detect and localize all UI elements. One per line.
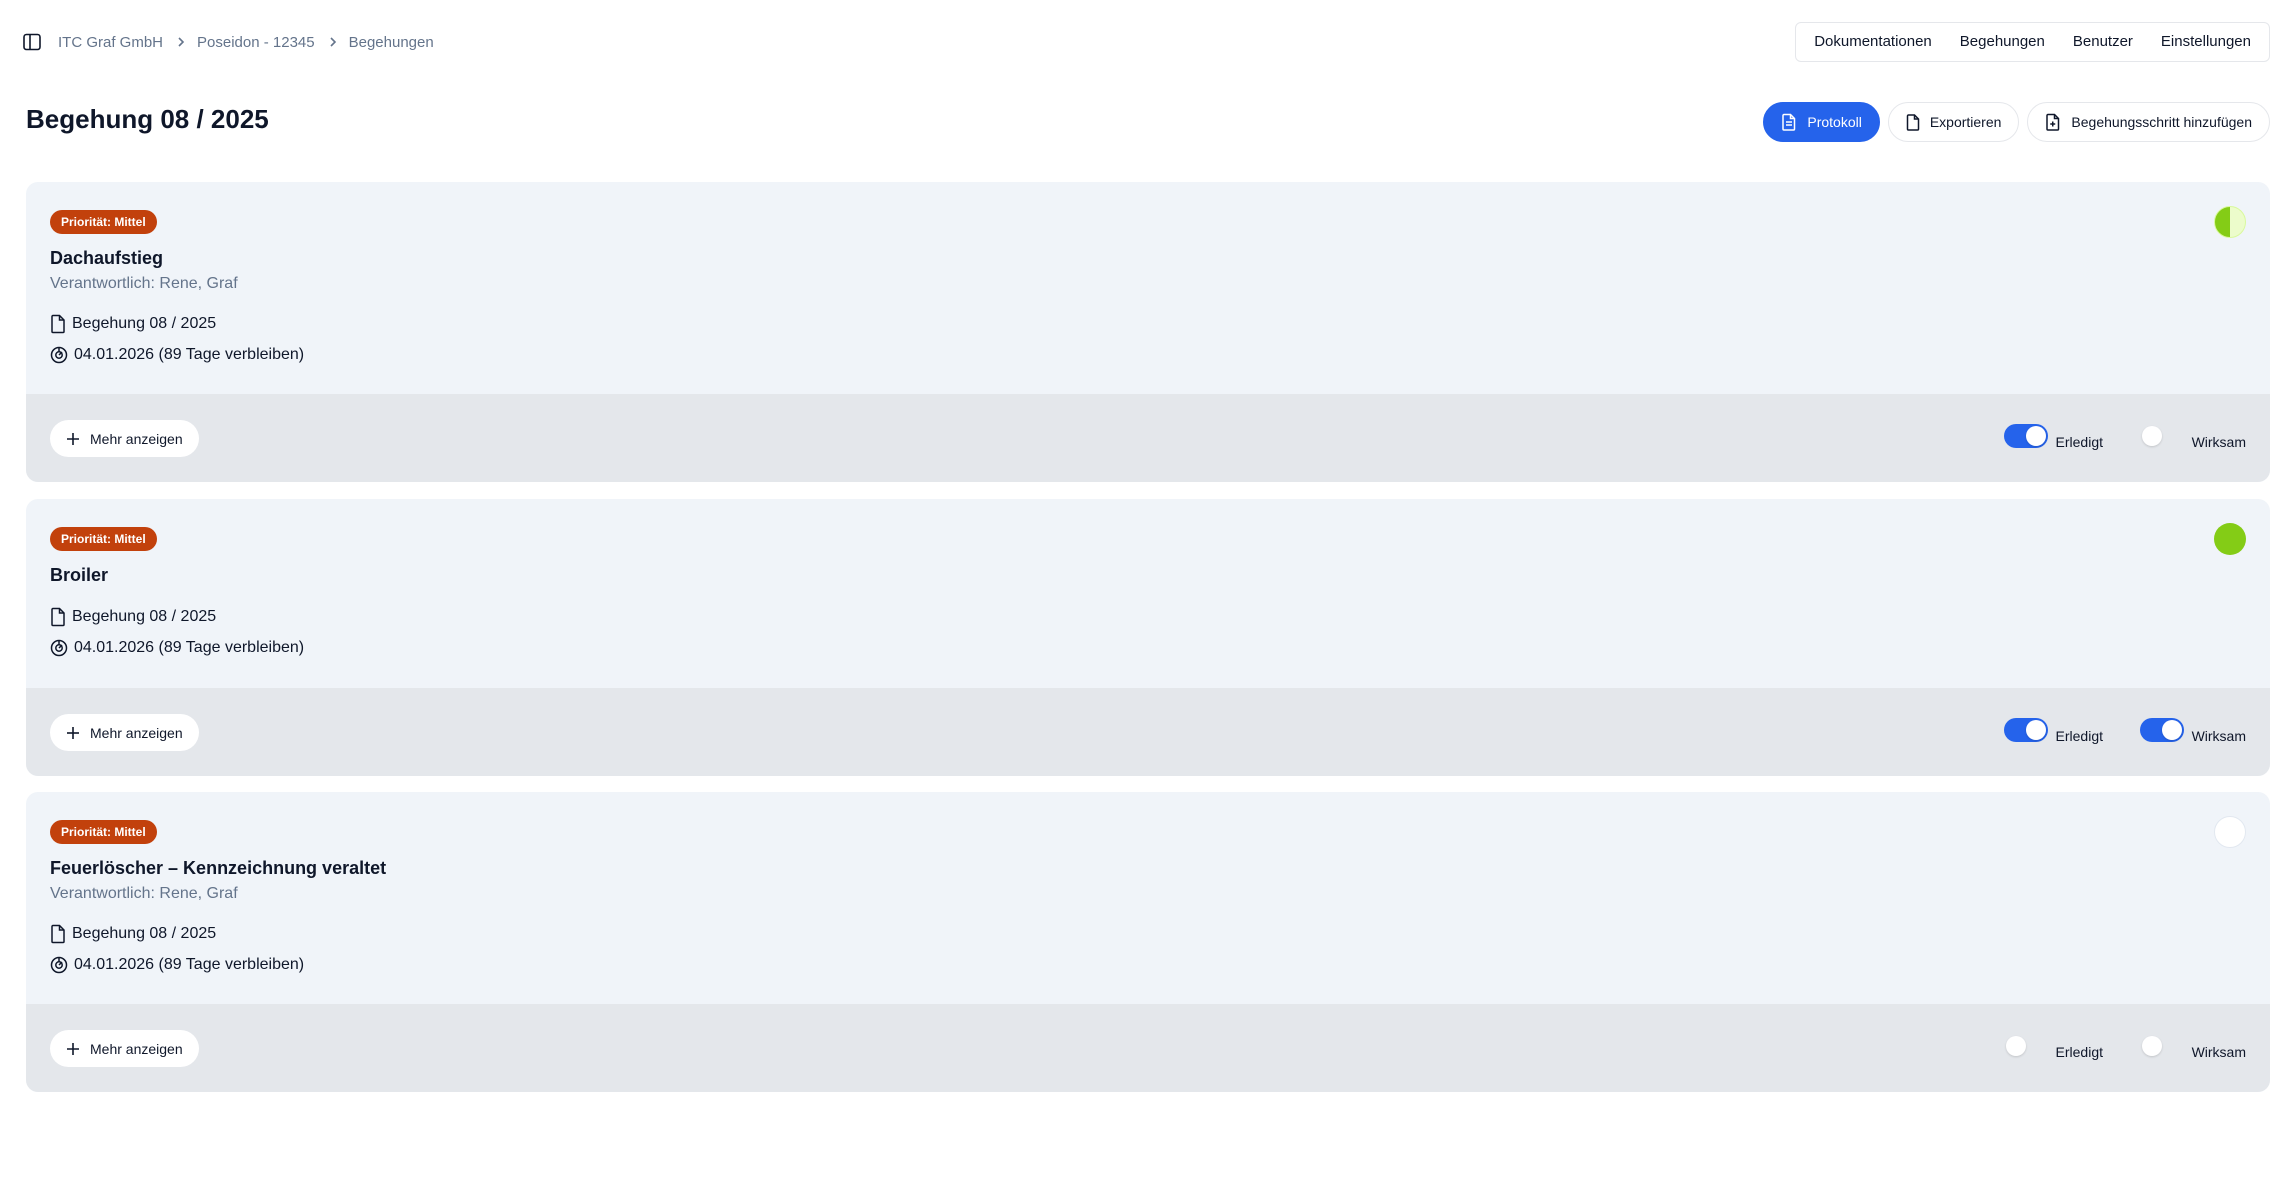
document-label: Begehung 08 / 2025 xyxy=(72,925,217,942)
wirksam-toggle[interactable] xyxy=(2140,1034,2184,1058)
document-plus-icon xyxy=(2046,113,2060,131)
document-text-icon xyxy=(1782,113,1796,131)
top-bar: ITC Graf GmbH Poseidon - 12345 Begehunge… xyxy=(0,0,2294,84)
page-title: Begehung 08 / 2025 xyxy=(26,104,269,134)
timer-icon xyxy=(50,956,68,974)
document-row: Begehung 08 / 2025 xyxy=(50,314,216,334)
wirksam-toggle[interactable] xyxy=(2140,424,2184,448)
document-icon xyxy=(51,607,65,627)
document-icon xyxy=(1906,113,1920,131)
breadcrumb-item-project[interactable]: Poseidon - 12345 xyxy=(197,34,315,51)
erledigt-toggle-group: Erledigt xyxy=(2003,424,2103,450)
erledigt-toggle-group: Erledigt xyxy=(2004,1034,2103,1060)
document-row: Begehung 08 / 2025 xyxy=(50,607,216,627)
card-footer: Mehr anzeigen Erledigt Wirksam xyxy=(26,394,2270,482)
show-more-button[interactable]: Mehr anzeigen xyxy=(50,1030,199,1067)
protokoll-label: Protokoll xyxy=(1807,114,1862,130)
breadcrumb-item-current[interactable]: Begehungen xyxy=(349,34,434,51)
responsible-text: Verantwortlich: Rene, Graf xyxy=(50,275,238,292)
breadcrumb-item-company[interactable]: ITC Graf GmbH xyxy=(58,34,163,51)
nav-dokumentationen[interactable]: Dokumentationen xyxy=(1800,23,1946,61)
chevron-right-icon xyxy=(177,36,185,48)
item-title: Feuerlöscher – Kennzeichnung veraltet xyxy=(50,858,387,878)
nav-einstellungen[interactable]: Einstellungen xyxy=(2147,23,2265,61)
wirksam-toggle-group: Wirksam xyxy=(2140,1034,2246,1060)
protokoll-button[interactable]: Protokoll xyxy=(1763,102,1880,142)
wirksam-label: Wirksam xyxy=(2191,434,2246,450)
inspection-item-card: Priorität: Mittel Broiler Begehung 08 / … xyxy=(26,499,2270,776)
nav-benutzer[interactable]: Benutzer xyxy=(2059,23,2147,61)
show-more-button[interactable]: Mehr anzeigen xyxy=(50,714,199,751)
page-actions: Protokoll Exportieren Begehungsschritt h… xyxy=(1763,102,2270,142)
erledigt-label: Erledigt xyxy=(2055,434,2103,450)
priority-badge: Priorität: Mittel xyxy=(50,527,157,551)
export-button[interactable]: Exportieren xyxy=(1887,102,2020,142)
item-title: Broiler xyxy=(50,565,109,585)
priority-badge: Priorität: Mittel xyxy=(50,210,157,234)
erledigt-label: Erledigt xyxy=(2055,1044,2103,1060)
erledigt-toggle-group: Erledigt xyxy=(2003,718,2103,744)
item-title: Dachaufstieg xyxy=(50,248,164,268)
wirksam-label: Wirksam xyxy=(2191,1044,2246,1060)
responsible-text: Verantwortlich: Rene, Graf xyxy=(50,885,238,902)
erledigt-toggle[interactable] xyxy=(2003,718,2048,742)
document-label: Begehung 08 / 2025 xyxy=(72,315,217,332)
card-footer: Mehr anzeigen Erledigt Wirksam xyxy=(26,688,2270,776)
show-more-button[interactable]: Mehr anzeigen xyxy=(50,420,199,457)
add-step-label: Begehungsschritt hinzufügen xyxy=(2071,114,2252,130)
plus-icon xyxy=(67,1042,79,1055)
deadline-row: 04.01.2026 (89 Tage verbleiben) xyxy=(50,346,304,364)
deadline-label: 04.01.2026 (89 Tage verbleiben) xyxy=(74,346,305,363)
timer-icon xyxy=(50,346,68,364)
wirksam-toggle-group: Wirksam xyxy=(2140,424,2246,450)
erledigt-toggle[interactable] xyxy=(2003,424,2048,448)
wirksam-toggle[interactable] xyxy=(2139,718,2184,742)
timer-icon xyxy=(50,639,68,657)
status-indicator xyxy=(2214,523,2246,555)
deadline-row: 04.01.2026 (89 Tage verbleiben) xyxy=(50,956,304,974)
sidebar-toggle-icon[interactable] xyxy=(22,32,42,52)
inspection-item-card: Priorität: Mittel Feuerlöscher – Kennzei… xyxy=(26,792,2270,1092)
top-navigation: Dokumentationen Begehungen Benutzer Eins… xyxy=(1795,22,2270,62)
nav-begehungen[interactable]: Begehungen xyxy=(1946,23,2059,61)
export-label: Exportieren xyxy=(1929,114,2002,130)
plus-icon xyxy=(67,726,79,739)
deadline-label: 04.01.2026 (89 Tage verbleiben) xyxy=(74,639,305,656)
card-footer: Mehr anzeigen Erledigt Wirksam xyxy=(26,1004,2270,1092)
chevron-right-icon xyxy=(329,36,337,48)
document-icon xyxy=(51,314,65,334)
show-more-label: Mehr anzeigen xyxy=(90,1040,183,1057)
priority-badge: Priorität: Mittel xyxy=(50,820,157,844)
document-row: Begehung 08 / 2025 xyxy=(50,924,216,944)
status-indicator xyxy=(2214,816,2246,848)
inspection-item-card: Priorität: Mittel Dachaufstieg Verantwor… xyxy=(26,182,2270,482)
show-more-label: Mehr anzeigen xyxy=(90,724,183,741)
deadline-label: 04.01.2026 (89 Tage verbleiben) xyxy=(74,956,305,973)
erledigt-label: Erledigt xyxy=(2055,728,2103,744)
document-label: Begehung 08 / 2025 xyxy=(72,608,217,625)
wirksam-label: Wirksam xyxy=(2191,728,2246,744)
show-more-label: Mehr anzeigen xyxy=(90,430,183,447)
document-icon xyxy=(51,924,65,944)
deadline-row: 04.01.2026 (89 Tage verbleiben) xyxy=(50,639,304,657)
wirksam-toggle-group: Wirksam xyxy=(2139,718,2246,744)
erledigt-toggle[interactable] xyxy=(2004,1034,2048,1058)
add-step-button[interactable]: Begehungsschritt hinzufügen xyxy=(2027,102,2270,142)
status-indicator xyxy=(2214,206,2246,238)
plus-icon xyxy=(67,432,79,445)
breadcrumb: ITC Graf GmbH Poseidon - 12345 Begehunge… xyxy=(58,32,434,52)
